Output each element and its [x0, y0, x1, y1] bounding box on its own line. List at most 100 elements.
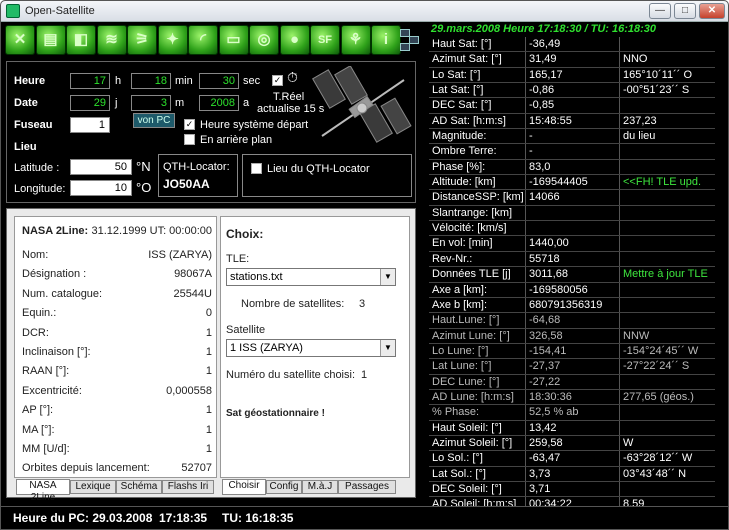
track-button[interactable]: ⚞: [127, 25, 157, 55]
data-cell-v1: 326,58: [529, 329, 563, 342]
minute-unit: min: [175, 75, 193, 87]
data-row: Lo Sol.: [°] -63,47 -63°28´12´´ W: [429, 451, 715, 467]
nasa-tab-2[interactable]: Schéma: [116, 480, 162, 494]
close-button[interactable]: ✕: [699, 3, 725, 19]
nasa-row-label: DCR:: [22, 326, 49, 339]
sf-button[interactable]: SF: [310, 25, 340, 55]
files-button[interactable]: ▤: [35, 25, 66, 55]
arriere-plan-label: En arrière plan: [200, 134, 273, 146]
data-cell-v1: 52,5 % ab: [529, 406, 579, 419]
display-button[interactable]: ▭: [218, 25, 249, 55]
von-pc-button[interactable]: von PC: [133, 113, 175, 128]
data-row: Azimut Soleil: [°] 259,58 W: [429, 436, 715, 452]
tle-select[interactable]: stations.txt ▼: [226, 268, 396, 286]
nasa-header-label: NASA 2Line:: [22, 225, 89, 237]
data-cell-v2: 277,65 (géos.): [623, 390, 694, 403]
latitude-unit: °N: [136, 159, 151, 174]
data-row: Haut Soleil: [°] 13,42: [429, 421, 715, 436]
qth-value[interactable]: JO50AA: [163, 177, 210, 191]
tools-button[interactable]: ⚘: [340, 25, 371, 55]
minute-field[interactable]: 18: [131, 73, 171, 89]
treel-checkbox[interactable]: ✓: [272, 75, 283, 86]
data-cell-v2[interactable]: Mettre à jour TLE: [623, 268, 715, 280]
latitude-label: Latitude :: [14, 162, 60, 174]
window-title: Open-Satellite: [25, 5, 95, 17]
dock-icon[interactable]: [400, 27, 422, 53]
data-table: Haut Sat: [°] -36,49 Azimut Sat: [°] 31,49 N…: [429, 37, 715, 514]
latitude-field[interactable]: 50: [70, 159, 132, 175]
choix-tab-3[interactable]: Passages: [338, 480, 396, 494]
day-field[interactable]: 29: [70, 95, 110, 111]
nasa-row-label: AP [°]:: [22, 404, 54, 417]
data-row: DEC Lune: [°] -27,22: [429, 375, 715, 390]
view-button[interactable]: ◧: [66, 25, 96, 55]
nasa-row-value: ISS (ZARYA): [148, 249, 212, 261]
data-row: Slantrange: [km]: [429, 206, 715, 222]
nasa-row-label: Excentricité:: [22, 384, 82, 397]
nasa-row-label: MA [°]:: [22, 423, 55, 436]
qth-label: QTH-Locator:: [163, 161, 230, 173]
data-cell-label: DEC Lune: [°]: [432, 375, 500, 388]
data-row: Magnitude: - du lieu: [429, 129, 715, 145]
choix-tab-1[interactable]: Config: [266, 480, 302, 494]
nasa-header: NASA 2Line: 31.12.1999 UT: 00:00:00: [22, 225, 212, 237]
data-cell-v2: -27°22´24´´ S: [623, 360, 690, 373]
data-row: Axe a [km]: -169580056: [429, 283, 715, 298]
data-cell-label: Axe a [km]:: [432, 283, 488, 296]
second-field[interactable]: 30: [199, 73, 239, 89]
radar-button[interactable]: ◎: [249, 25, 279, 55]
data-cell-v1: 14066: [529, 191, 560, 204]
qth-lieu-box: Lieu du QTH-Locator: [242, 154, 412, 197]
data-row: Rev-Nr.: 55718: [429, 252, 715, 268]
data-cell-label: Rev-Nr.:: [432, 252, 473, 265]
heure-sys-checkbox[interactable]: ✓: [184, 119, 195, 130]
data-cell-v1: -63,47: [529, 452, 561, 465]
nasa-tab-0[interactable]: NASA 2Line: [16, 479, 70, 503]
nasa-row-value: 1: [205, 404, 212, 417]
star-button[interactable]: ✦: [157, 25, 188, 55]
data-row: Azimut Sat: [°] 31,49 NNO: [429, 52, 715, 68]
data-cell-v1: 31,49: [529, 53, 557, 66]
month-field[interactable]: 3: [131, 95, 171, 111]
exit-button[interactable]: ✕: [5, 25, 35, 55]
nb-sat-label: Nombre de satellites:: [241, 298, 345, 310]
stopwatch-icon: ⏱: [287, 69, 298, 85]
data-cell-label: Axe b [km]:: [432, 298, 488, 311]
info-button[interactable]: i: [371, 25, 401, 55]
fuseau-label: Fuseau: [14, 119, 53, 131]
data-cell-v1: -: [529, 145, 533, 158]
data-cell-v2: NNW: [623, 329, 650, 342]
data-cell-label: En vol: [min]: [432, 237, 493, 250]
lieu-label: Lieu: [14, 141, 37, 153]
orbit-button[interactable]: ≋: [96, 25, 127, 55]
header-datetime: 29.mars.2008 Heure 17:18:30 / TU: 16:18:…: [431, 23, 657, 35]
arriere-plan-checkbox[interactable]: [184, 134, 195, 145]
data-cell-v1: 165,17: [529, 68, 563, 81]
choix-tab-2[interactable]: M.à.J: [302, 480, 338, 494]
hour-field[interactable]: 17: [70, 73, 110, 89]
data-cell-v1: -169580056: [529, 283, 588, 296]
choix-tab-0[interactable]: Choisir: [222, 479, 266, 495]
nasa-tab-3[interactable]: Flashs Iri: [162, 480, 214, 494]
status-tu-time: TU: 16:18:35: [222, 511, 294, 525]
data-row: Lo Sat: [°] 165,17 165°10´11´´ O: [429, 68, 715, 84]
antenna-button[interactable]: ◜: [188, 25, 218, 55]
fuseau-field[interactable]: 1: [70, 117, 110, 133]
satellite-select[interactable]: 1 ISS (ZARYA) ▼: [226, 339, 396, 357]
data-cell-v1: -27,22: [529, 375, 561, 388]
nasa-tab-1[interactable]: Lexique: [70, 480, 116, 494]
heure-label: Heure: [14, 75, 46, 87]
data-cell-v2: W: [623, 436, 634, 449]
longitude-field[interactable]: 10: [70, 180, 132, 196]
year-field[interactable]: 2008: [199, 95, 239, 111]
qth-lieu-checkbox[interactable]: [251, 163, 262, 174]
num-sat-value: 1: [361, 369, 368, 381]
data-cell-v1: 3,71: [529, 482, 551, 495]
nasa-row: MM [U/d]: 1: [22, 443, 212, 455]
minimize-button[interactable]: —: [649, 3, 671, 19]
data-cell-v1: -154,41: [529, 344, 567, 357]
maximize-button[interactable]: □: [674, 3, 696, 19]
nasa-row-value: 1: [205, 326, 212, 339]
globe-button[interactable]: ●: [279, 25, 310, 55]
data-cell-v1: 3011,68: [529, 268, 568, 281]
